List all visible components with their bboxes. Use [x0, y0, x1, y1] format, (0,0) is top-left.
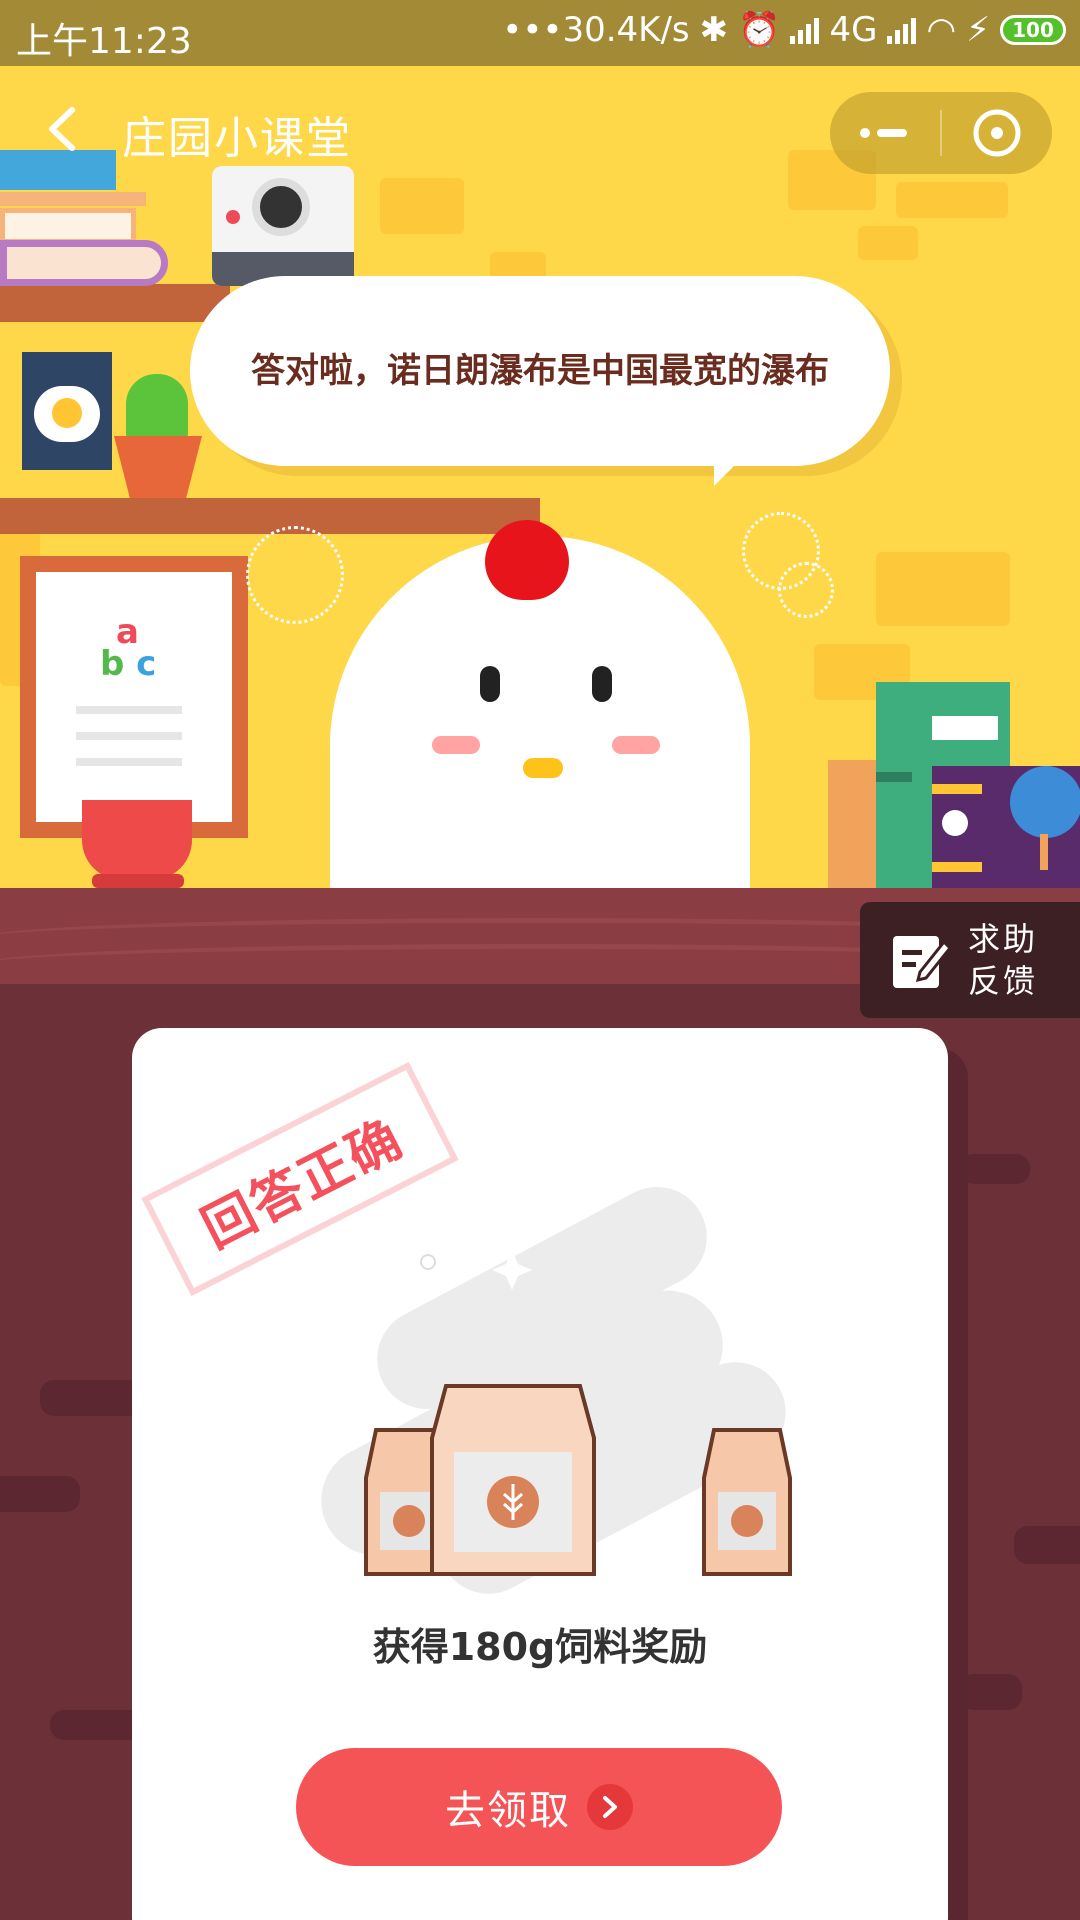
speech-bubble: 答对啦，诺日朗瀑布是中国最宽的瀑布: [190, 276, 890, 466]
camera-icon: [212, 166, 354, 286]
help-feedback-button[interactable]: 求助 反馈: [860, 902, 1080, 1018]
book: [0, 240, 168, 286]
battery-icon: 100: [1000, 15, 1066, 45]
more-button[interactable]: [830, 92, 940, 174]
network-type: 4G: [829, 10, 878, 50]
chicken-eye: [480, 666, 500, 702]
status-icons: •••30.4K/s ✱ ⏰ 4G ◠ ⚡ 100: [502, 10, 1066, 50]
chicken-eye: [592, 666, 612, 702]
chicken-mascot: [330, 520, 750, 888]
page-title: 庄园小课堂: [122, 113, 352, 164]
claim-button-label: 去领取: [445, 1788, 571, 1834]
classroom-scene: a b c 庄园小课堂 答对啦，诺日朗瀑布是中国最宽的瀑布: [0, 66, 1080, 888]
edit-note-icon: [893, 936, 950, 988]
speech-bubble-tail: [714, 446, 754, 486]
book: [0, 150, 116, 190]
status-time: 上午11:23: [16, 21, 192, 62]
answer-message: 答对啦，诺日朗瀑布是中国最宽的瀑布: [251, 351, 829, 391]
network-speed: •••30.4K/s: [502, 10, 690, 50]
help-feedback-label: 求助 反馈: [968, 918, 1038, 1002]
signal-icon: [790, 16, 820, 44]
feed-bags-illustration: [321, 1186, 815, 1608]
claim-reward-button[interactable]: 去领取: [296, 1748, 782, 1866]
back-button[interactable]: [40, 104, 84, 154]
bluetooth-icon: ✱: [699, 10, 729, 50]
mug-base: [92, 874, 184, 888]
feedback-label: 反馈: [968, 962, 1039, 1000]
more-icon: [860, 128, 907, 138]
alarm-icon: ⏰: [738, 10, 781, 50]
mini-program-capsule: [830, 92, 1052, 174]
close-icon: [973, 109, 1021, 157]
mug-icon: [82, 800, 192, 880]
book: [0, 192, 146, 206]
wood-plank: [0, 1476, 80, 1512]
charging-icon: ⚡: [966, 10, 990, 50]
status-bar: 上午11:23 •••30.4K/s ✱ ⏰ 4G ◠ ⚡ 100: [0, 0, 1080, 66]
lower-shelf: [0, 498, 540, 534]
close-button[interactable]: [942, 92, 1052, 174]
upper-shelf: [0, 284, 230, 322]
chicken-blush: [612, 736, 660, 754]
signal-icon-2: [887, 16, 917, 44]
book: [0, 208, 136, 244]
chicken-comb: [485, 520, 569, 600]
wood-plank: [960, 1154, 1030, 1184]
reward-card: 回答正确 获得180g饲料奖励 去领取: [132, 1028, 948, 1920]
egg-picture: [22, 352, 112, 470]
help-label: 求助: [968, 920, 1039, 958]
abc-board: a b c: [20, 556, 248, 838]
wood-plank: [1014, 1526, 1080, 1564]
chicken-blush: [432, 736, 480, 754]
chicken-beak: [523, 758, 563, 778]
wood-plank: [960, 1674, 1022, 1710]
wall-brick: [876, 552, 1010, 626]
wifi-icon: ◠: [926, 10, 957, 50]
decor-circle: [246, 526, 344, 624]
cactus-icon: [126, 374, 188, 440]
decor-circle: [778, 562, 834, 618]
wall-brick: [896, 182, 1008, 218]
wall-brick: [858, 226, 918, 260]
globe-stand: [1040, 834, 1048, 870]
chevron-left-icon: [49, 107, 75, 151]
book: [828, 760, 882, 888]
flower-pot: [114, 436, 202, 498]
reward-message: 获得180g饲料奖励: [372, 1625, 708, 1669]
wall-brick: [380, 178, 464, 234]
globe-icon: [1010, 766, 1080, 838]
chevron-right-icon: [587, 1784, 633, 1830]
